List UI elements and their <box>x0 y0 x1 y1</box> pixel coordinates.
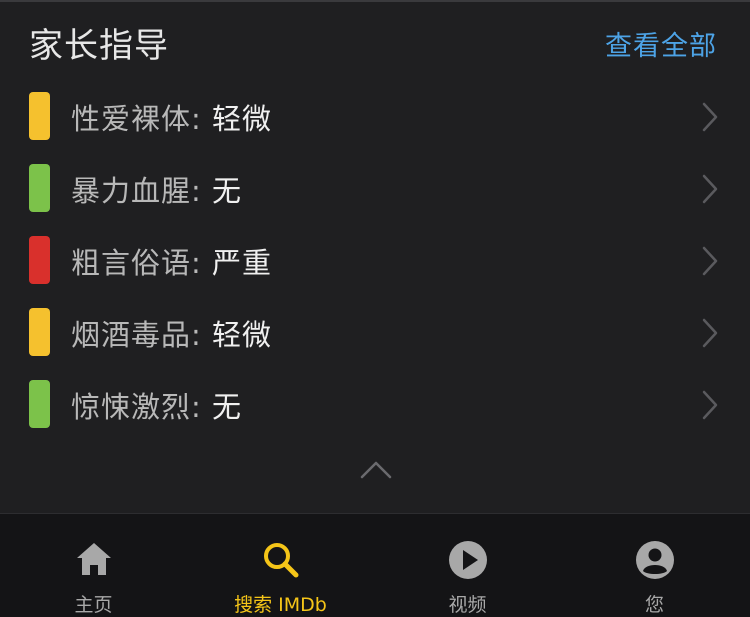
chevron-up-icon[interactable] <box>359 458 393 482</box>
severity-indicator <box>29 236 50 284</box>
severity-indicator <box>29 164 50 212</box>
tab-label: 主页 <box>74 594 113 616</box>
guide-category: 粗言俗语 <box>71 246 192 280</box>
bottom-tab-bar: 主页 搜索 IMDb 视频 您 <box>0 513 750 617</box>
see-all-link[interactable]: 查看全部 <box>605 24 717 63</box>
guide-row-profanity[interactable]: 粗言俗语: 严重 <box>0 224 750 296</box>
severity-indicator <box>29 380 50 428</box>
chevron-right-icon <box>702 246 718 276</box>
severity-indicator <box>29 92 50 140</box>
chevron-right-icon <box>702 102 718 132</box>
section-header: 家长指导 查看全部 <box>0 8 750 72</box>
guide-row-text: 粗言俗语: 严重 <box>71 240 272 282</box>
top-divider <box>0 0 750 2</box>
guide-level: 无 <box>212 390 243 424</box>
tab-you[interactable]: 您 <box>561 514 748 617</box>
guide-level: 轻微 <box>212 318 273 352</box>
guide-category: 烟酒毒品 <box>71 318 192 352</box>
chevron-right-icon <box>702 318 718 348</box>
tab-label: 视频 <box>448 594 487 616</box>
guide-row-frightening-intense[interactable]: 惊悚激烈: 无 <box>0 368 750 440</box>
tab-label: 您 <box>644 594 664 616</box>
guide-separator: : <box>191 318 202 352</box>
guide-separator: : <box>191 174 202 208</box>
guide-row-alcohol-drugs[interactable]: 烟酒毒品: 轻微 <box>0 296 750 368</box>
guide-separator: : <box>191 390 202 424</box>
tab-home[interactable]: 主页 <box>0 514 187 617</box>
tab-video[interactable]: 视频 <box>374 514 561 617</box>
parental-guide-list: 性爱裸体: 轻微 暴力血腥: 无 粗言俗语: 严重 烟酒毒品: 轻微 惊悚激烈:… <box>0 80 750 440</box>
guide-category: 惊悚激烈 <box>71 390 192 424</box>
tab-search[interactable]: 搜索 IMDb <box>187 514 374 617</box>
play-icon <box>448 541 487 579</box>
section-title: 家长指导 <box>29 26 169 66</box>
search-icon <box>263 543 298 578</box>
home-icon <box>76 543 111 575</box>
guide-level: 严重 <box>212 246 273 280</box>
guide-row-text: 性爱裸体: 轻微 <box>71 96 272 138</box>
severity-indicator <box>29 308 50 356</box>
guide-level: 轻微 <box>212 102 273 136</box>
guide-category: 性爱裸体 <box>71 102 192 136</box>
chevron-right-icon <box>702 390 718 420</box>
guide-separator: : <box>191 102 202 136</box>
guide-separator: : <box>191 246 202 280</box>
guide-level: 无 <box>212 174 243 208</box>
parental-guide-screen: 家长指导 查看全部 性爱裸体: 轻微 暴力血腥: 无 粗言俗语: 严重 烟酒毒品… <box>0 0 750 617</box>
tab-label: 搜索 IMDb <box>234 594 327 616</box>
guide-row-text: 暴力血腥: 无 <box>71 168 242 210</box>
guide-row-violence-gore[interactable]: 暴力血腥: 无 <box>0 152 750 224</box>
chevron-right-icon <box>702 174 718 204</box>
guide-row-text: 烟酒毒品: 轻微 <box>71 312 272 354</box>
guide-row-sex-nudity[interactable]: 性爱裸体: 轻微 <box>0 80 750 152</box>
guide-category: 暴力血腥 <box>71 174 192 208</box>
guide-row-text: 惊悚激烈: 无 <box>71 384 242 426</box>
profile-icon <box>635 541 674 579</box>
